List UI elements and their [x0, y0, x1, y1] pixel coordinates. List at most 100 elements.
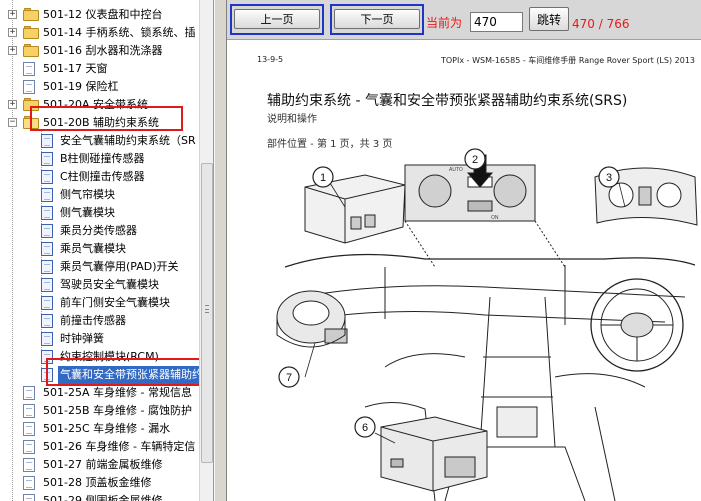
- document-icon: [41, 314, 53, 328]
- page-number-input[interactable]: [470, 12, 523, 32]
- tree-item[interactable]: 501-27 前端金属板维修: [0, 456, 199, 474]
- tree-item[interactable]: 驾驶员安全气囊模块: [0, 276, 199, 294]
- tree-item[interactable]: 501-28 顶盖板金维修: [0, 474, 199, 492]
- tree-scrollbar-thumb[interactable]: [201, 163, 213, 463]
- document-icon: [41, 170, 53, 184]
- tree-item-label: 501-17 天窗: [43, 62, 108, 75]
- document-icon: [23, 476, 35, 490]
- pane-divider[interactable]: [214, 0, 227, 501]
- document-icon: [23, 62, 35, 76]
- document-icon: [23, 80, 35, 94]
- tree-item[interactable]: 501-19 保险杠: [0, 78, 199, 96]
- tree-item[interactable]: 侧气囊模块: [0, 204, 199, 222]
- document-icon: [41, 332, 53, 346]
- highlight-frame-topic: [46, 358, 207, 386]
- document-page: 13-9-5 TOPIx - WSM-16585 - 车间维修手册 Range …: [227, 41, 701, 501]
- tree-item-label: 前撞击传感器: [60, 314, 126, 327]
- tree-item-label: 501-12 仪表盘和中控台: [43, 8, 163, 21]
- expand-icon[interactable]: +: [8, 46, 17, 55]
- svg-text:2: 2: [472, 154, 478, 166]
- tree-item-label: 501-16 刮水器和洗涤器: [43, 44, 163, 57]
- tree-item-label: 前车门侧安全气囊模块: [60, 296, 170, 309]
- tree-item-label: C柱侧撞击传感器: [60, 170, 145, 183]
- svg-text:3: 3: [606, 172, 612, 184]
- expand-icon[interactable]: +: [8, 10, 17, 19]
- document-icon: [41, 206, 53, 220]
- toolbar-frame-prev: [230, 4, 324, 35]
- document-icon: [23, 440, 35, 454]
- folder-icon: [23, 8, 39, 21]
- expand-icon[interactable]: +: [8, 100, 17, 109]
- document-icon: [23, 458, 35, 472]
- tree-item-label: 501-25B 车身维修 - 腐蚀防护: [43, 404, 192, 417]
- tree-item[interactable]: 501-29 侧围板金属维修: [0, 492, 199, 501]
- panel-label-auto: AUTO: [449, 167, 463, 173]
- tree-item[interactable]: C柱侧撞击传感器: [0, 168, 199, 186]
- document-icon: [41, 278, 53, 292]
- callout-1: 1: [312, 166, 334, 188]
- callout-3: 3: [598, 166, 620, 188]
- tree-item-label: 501-25A 车身维修 - 常规信息: [43, 386, 192, 399]
- page-count-text: 470 / 766: [572, 17, 630, 31]
- tree-item-label: 时钟弹簧: [60, 332, 104, 345]
- tree-item-label: 501-29 侧围板金属维修: [43, 494, 163, 501]
- tree-item-label: 乘员分类传感器: [60, 224, 137, 237]
- tree-item[interactable]: 乘员气囊停用(PAD)开关: [0, 258, 199, 276]
- collapse-icon[interactable]: −: [8, 118, 17, 127]
- go-to-page-button[interactable]: 跳转: [529, 7, 569, 31]
- svg-text:6: 6: [362, 422, 368, 434]
- callout-7: 7: [278, 366, 300, 388]
- tree-item[interactable]: 安全气囊辅助约束系统（SR: [0, 132, 199, 150]
- tree-scrollbar[interactable]: [199, 0, 213, 501]
- scroll-grip-icon: [205, 305, 209, 313]
- tree-item[interactable]: 乘员气囊模块: [0, 240, 199, 258]
- document-icon: [23, 404, 35, 418]
- tree-item-label: 乘员气囊停用(PAD)开关: [60, 260, 179, 273]
- tree-item-label: 501-28 顶盖板金维修: [43, 476, 152, 489]
- document-icon: [41, 188, 53, 202]
- tree-item[interactable]: +501-12 仪表盘和中控台: [0, 6, 199, 24]
- tree-item[interactable]: 501-25B 车身维修 - 腐蚀防护: [0, 402, 199, 420]
- document-icon: [41, 152, 53, 166]
- tree-item-label: 侧气帘模块: [60, 188, 115, 201]
- tree-item[interactable]: 501-26 车身维修 - 车辆特定信: [0, 438, 199, 456]
- tree-item[interactable]: +501-14 手柄系统、锁系统、插: [0, 24, 199, 42]
- tree-item[interactable]: 501-17 天窗: [0, 60, 199, 78]
- tree-item-label: 侧气囊模块: [60, 206, 115, 219]
- tree-item[interactable]: 时钟弹簧: [0, 330, 199, 348]
- tree-item[interactable]: +501-16 刮水器和洗涤器: [0, 42, 199, 60]
- tree-item[interactable]: 前车门侧安全气囊模块: [0, 294, 199, 312]
- srs-control-panel: AUTO ON: [404, 154, 566, 268]
- tree-item[interactable]: 前撞击传感器: [0, 312, 199, 330]
- panel-label-on: ON: [491, 215, 499, 221]
- tree-item-label: 501-14 手柄系统、锁系统、插: [43, 26, 196, 39]
- navigation-tree: +501-12 仪表盘和中控台 +501-14 手柄系统、锁系统、插 +501-16…: [0, 0, 214, 501]
- callout-6: 6: [354, 416, 376, 438]
- page-toolbar: 上一页 下一页 当前为 跳转 470 / 766: [227, 0, 701, 40]
- highlight-frame-chapter: [30, 106, 183, 131]
- document-icon: [41, 134, 53, 148]
- tree-item[interactable]: B柱侧碰撞传感器: [0, 150, 199, 168]
- doc-header-number: 13-9-5: [257, 55, 284, 64]
- tree-item-label: 501-19 保险杠: [43, 80, 119, 93]
- document-icon: [41, 242, 53, 256]
- document-icon: [23, 422, 35, 436]
- tree-item-label: 501-27 前端金属板维修: [43, 458, 163, 471]
- folder-icon: [23, 44, 39, 57]
- doc-subtitle: 说明和操作: [267, 114, 317, 125]
- restraints-control-module-part: [380, 416, 488, 492]
- callout-2: 2: [464, 148, 486, 170]
- tree-item[interactable]: 501-25A 车身维修 - 常规信息: [0, 384, 199, 402]
- document-icon: [23, 494, 35, 501]
- svg-text:7: 7: [286, 372, 292, 384]
- tree-item-label: 501-26 车身维修 - 车辆特定信: [43, 440, 196, 453]
- tree-item[interactable]: 乘员分类传感器: [0, 222, 199, 240]
- toolbar-frame-next: [330, 4, 424, 35]
- tree-item[interactable]: 501-25C 车身维修 - 漏水: [0, 420, 199, 438]
- doc-header-source: TOPIx - WSM-16585 - 车间维修手册 Range Rover S…: [441, 56, 695, 65]
- tree-item[interactable]: 侧气帘模块: [0, 186, 199, 204]
- document-icon: [41, 260, 53, 274]
- svg-text:1: 1: [320, 172, 326, 184]
- expand-icon[interactable]: +: [8, 28, 17, 37]
- tree-item-label: 501-25C 车身维修 - 漏水: [43, 422, 171, 435]
